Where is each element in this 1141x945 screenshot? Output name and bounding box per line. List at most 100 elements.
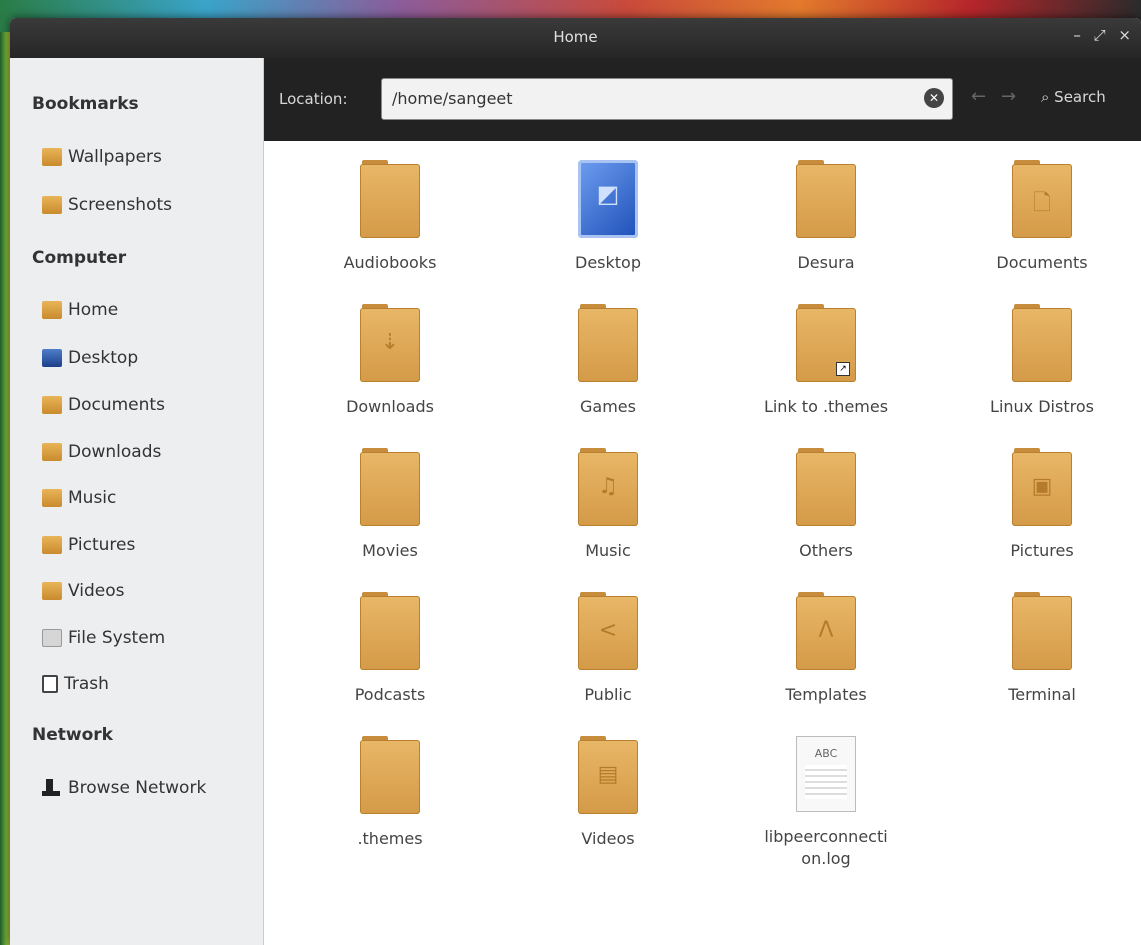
- folder-icon: [360, 736, 420, 814]
- file-item-games[interactable]: Games: [508, 304, 708, 418]
- search-icon: ⌕: [1041, 88, 1055, 106]
- file-item-desktop[interactable]: ◩ Desktop: [508, 160, 708, 274]
- public-folder-icon: <: [578, 592, 638, 670]
- file-item-podcasts[interactable]: Podcasts: [290, 592, 490, 706]
- file-name: Terminal: [1008, 685, 1076, 704]
- back-button[interactable]: ←: [971, 86, 986, 107]
- sidebar-item-documents[interactable]: Documents: [42, 390, 165, 420]
- sidebar-item-label: Music: [68, 488, 117, 508]
- file-name: Audiobooks: [343, 253, 437, 272]
- file-name: Movies: [362, 541, 418, 560]
- folder-icon: [360, 448, 420, 526]
- sidebar-item-pictures[interactable]: Pictures: [42, 530, 135, 560]
- file-item-downloads[interactable]: ⇣ Downloads: [290, 304, 490, 418]
- file-item-movies[interactable]: Movies: [290, 448, 490, 562]
- file-item-themes[interactable]: .themes: [290, 736, 490, 850]
- folder-icon: [1012, 304, 1072, 382]
- sidebar-item-label: Desktop: [68, 348, 139, 368]
- file-item-libpeerconnection-log[interactable]: ABC libpeerconnection.log: [726, 736, 926, 870]
- file-item-desura[interactable]: Desura: [726, 160, 926, 274]
- folder-icon: [1012, 592, 1072, 670]
- file-item-documents[interactable]: 🗋 Documents: [942, 160, 1141, 274]
- file-name: Templates: [785, 685, 867, 704]
- link-badge-icon: ↗: [836, 362, 850, 376]
- search-label: Search: [1054, 88, 1106, 106]
- sidebar-item-music[interactable]: Music: [42, 483, 116, 513]
- file-item-linux-distros[interactable]: Linux Distros: [942, 304, 1141, 418]
- sidebar-item-wallpapers[interactable]: Wallpapers: [42, 142, 162, 172]
- file-item-public[interactable]: < Public: [508, 592, 708, 706]
- forward-button[interactable]: →: [1001, 86, 1016, 107]
- file-name: libpeerconnection.log: [764, 827, 888, 868]
- sidebar-item-label: Downloads: [68, 442, 162, 462]
- desktop-icon: ◩: [578, 160, 638, 238]
- sidebar-item-screenshots[interactable]: Screenshots: [42, 190, 172, 220]
- sidebar-item-downloads[interactable]: Downloads: [42, 437, 161, 467]
- file-item-audiobooks[interactable]: Audiobooks: [290, 160, 490, 274]
- sidebar-item-label: Browse Network: [68, 778, 207, 798]
- file-item-music[interactable]: ♫ Music: [508, 448, 708, 562]
- window-controls[interactable]: – ⤢ ×: [1073, 26, 1135, 44]
- file-name: Desura: [797, 253, 855, 272]
- file-name: Downloads: [346, 397, 434, 416]
- sidebar-item-browse-network[interactable]: Browse Network: [42, 773, 206, 803]
- sidebar-item-videos[interactable]: Videos: [42, 576, 125, 606]
- computer-heading: Computer: [32, 248, 127, 268]
- folder-icon: [42, 148, 62, 166]
- clear-location-icon[interactable]: ✕: [924, 88, 944, 108]
- sidebar-item-label: Videos: [68, 581, 125, 601]
- file-type-badge: ABC: [814, 747, 838, 760]
- sidebar-item-trash[interactable]: Trash: [42, 669, 109, 699]
- sidebar-item-label: File System: [68, 628, 166, 648]
- file-name: Games: [580, 397, 636, 416]
- file-name: Others: [799, 541, 853, 560]
- network-icon: [42, 779, 62, 797]
- home-folder-icon: [42, 301, 62, 319]
- file-item-pictures[interactable]: ▣ Pictures: [942, 448, 1141, 562]
- downloads-folder-icon: [42, 443, 62, 461]
- sidebar-item-label: Trash: [64, 674, 109, 694]
- music-folder-icon: ♫: [578, 448, 638, 526]
- title-bar[interactable]: Home – ⤢ ×: [10, 18, 1141, 58]
- file-item-terminal[interactable]: Terminal: [942, 592, 1141, 706]
- text-file-icon: ABC: [796, 736, 856, 812]
- trash-icon: [42, 675, 58, 693]
- folder-icon: [796, 160, 856, 238]
- file-item-others[interactable]: Others: [726, 448, 926, 562]
- file-name: Pictures: [1010, 541, 1074, 560]
- file-name: Public: [584, 685, 632, 704]
- location-label: Location:: [279, 90, 348, 108]
- sidebar-item-label: Pictures: [68, 535, 136, 555]
- location-field[interactable]: /home/sangeet ✕: [381, 78, 953, 120]
- templates-folder-icon: Λ: [796, 592, 856, 670]
- folder-icon: [42, 196, 62, 214]
- sidebar-item-label: Home: [68, 300, 119, 320]
- drive-icon: [42, 629, 62, 647]
- videos-folder-icon: ▤: [578, 736, 638, 814]
- file-name: Music: [585, 541, 631, 560]
- downloads-folder-icon: ⇣: [360, 304, 420, 382]
- pictures-folder-icon: [42, 536, 62, 554]
- window-title: Home: [553, 28, 598, 46]
- location-value[interactable]: /home/sangeet: [392, 89, 513, 108]
- file-item-videos[interactable]: ▤ Videos: [508, 736, 708, 850]
- sidebar-item-home[interactable]: Home: [42, 295, 118, 325]
- file-name: Documents: [996, 253, 1088, 272]
- folder-icon: [360, 160, 420, 238]
- sidebar-item-label: Screenshots: [68, 195, 173, 215]
- file-name: Linux Distros: [990, 397, 1094, 416]
- sidebar-item-label: Documents: [68, 395, 165, 415]
- sidebar: Bookmarks Wallpapers Screenshots Compute…: [10, 58, 264, 945]
- search-button[interactable]: ⌕ Search: [1041, 88, 1106, 106]
- desktop-icon: [42, 349, 62, 367]
- file-item-templates[interactable]: Λ Templates: [726, 592, 926, 706]
- file-item-link-to-themes[interactable]: ↗ Link to .themes: [726, 304, 926, 418]
- folder-icon: [360, 592, 420, 670]
- videos-folder-icon: [42, 582, 62, 600]
- toolbar: Location: /home/sangeet ✕ ← → ⌕ Search: [263, 58, 1141, 141]
- folder-icon: [796, 448, 856, 526]
- sidebar-item-desktop[interactable]: Desktop: [42, 343, 138, 373]
- sidebar-item-file-system[interactable]: File System: [42, 623, 165, 653]
- file-manager-window: Home – ⤢ × Location: /home/sangeet ✕ ← →…: [10, 18, 1141, 945]
- documents-folder-icon: [42, 396, 62, 414]
